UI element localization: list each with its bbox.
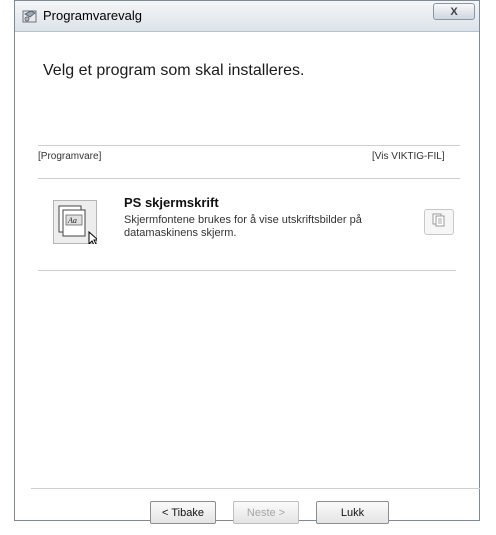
software-item-ps-screen-font[interactable]: Aa PS skjermskrift Skjermfontene brukes … <box>38 188 460 262</box>
next-button[interactable]: Neste > <box>233 501 299 524</box>
list-header-divider <box>38 178 460 179</box>
view-readme-column-header: [Vis VIKTIG-FIL] <box>372 151 445 162</box>
software-title: PS skjermskrift <box>124 195 219 210</box>
view-readme-button[interactable] <box>424 209 454 235</box>
software-description: Skjermfontene brukes for å vise utskrift… <box>124 214 362 239</box>
footer-divider <box>31 488 480 489</box>
page-heading: Velg et program som skal installeres. <box>43 62 305 79</box>
title-bar[interactable]: Programvarevalg X <box>15 1 479 32</box>
svg-text:Aa: Aa <box>67 216 77 225</box>
installer-app-icon <box>22 8 38 24</box>
window-title: Programvarevalg <box>43 8 142 23</box>
window-close-button[interactable]: X <box>433 3 475 20</box>
font-document-icon[interactable]: Aa <box>53 200 97 244</box>
back-button[interactable]: < Tibake <box>150 501 216 524</box>
software-column-header: [Programvare] <box>38 151 102 162</box>
close-icon: X <box>450 5 458 18</box>
list-top-divider <box>38 145 460 146</box>
readme-document-icon <box>432 213 446 232</box>
close-button[interactable]: Lukk <box>316 501 389 524</box>
list-bottom-divider <box>38 270 456 271</box>
